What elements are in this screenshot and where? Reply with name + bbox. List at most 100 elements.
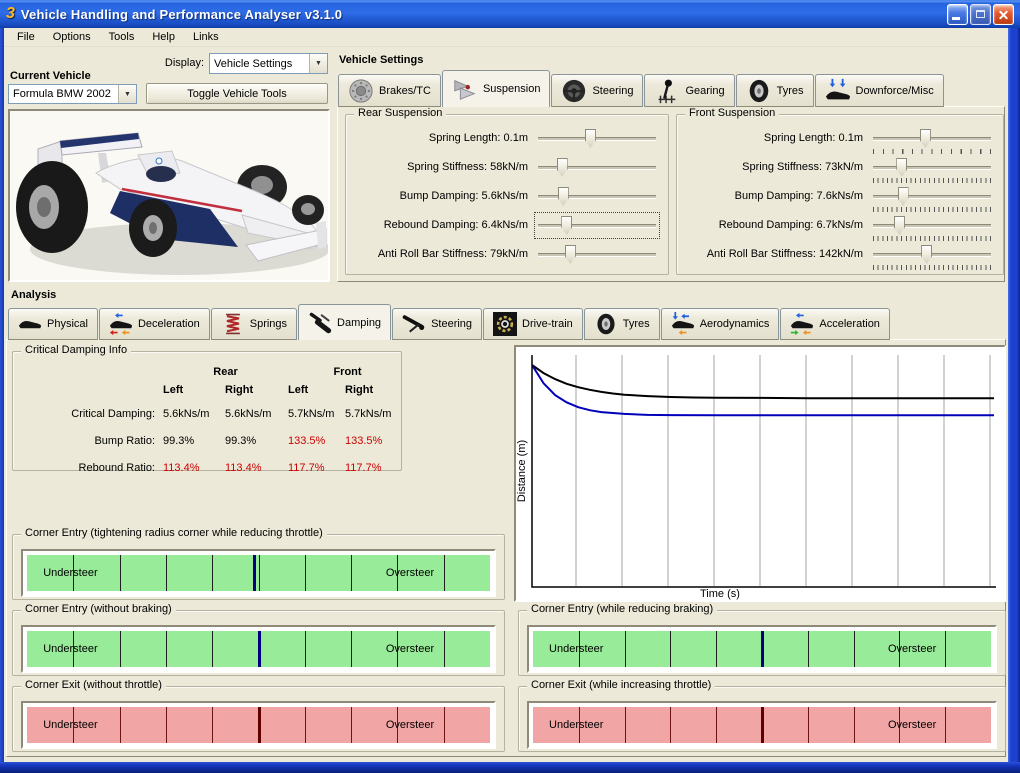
slider-thumb[interactable] [564, 245, 576, 264]
gauge-frame: Understeer Oversteer [21, 549, 496, 597]
display-combo[interactable]: Vehicle Settings ▼ [209, 53, 328, 74]
gauge-bar: Understeer Oversteer [27, 707, 490, 743]
cell-value: 133.5% [288, 434, 326, 447]
corner-entry-no-braking-gauge: Corner Entry (without braking) Understeer… [12, 603, 505, 676]
gauge-tick [212, 707, 214, 743]
aero-arrows-icon [671, 312, 695, 336]
col-header: Right [345, 384, 374, 396]
slider-track[interactable] [873, 224, 991, 228]
slider-thumb[interactable] [556, 158, 568, 177]
cell-value: 5.6kNs/m [163, 407, 210, 420]
slider-track[interactable] [873, 166, 991, 170]
menu-item-file[interactable]: File [8, 29, 44, 45]
gauge-marker [257, 707, 261, 743]
tab-label: Steering [592, 84, 634, 97]
vs-tab-gearing[interactable]: Gearing [644, 74, 735, 107]
damping-chart: Time (s) Distance (m) [516, 355, 996, 600]
slider-label: Spring Length: 0.1m [763, 132, 863, 144]
analysis-tab-springs[interactable]: Springs [210, 308, 298, 340]
slider-track[interactable] [873, 195, 991, 199]
analysis-tab-damping[interactable]: Damping [298, 304, 392, 340]
menu-item-links[interactable]: Links [184, 29, 228, 45]
analysis-tab-acceleration[interactable]: Acceleration [780, 308, 890, 340]
vs-tab-downforce-misc[interactable]: Downforce/Misc [814, 74, 944, 107]
gauge-title: Corner Exit (without throttle) [21, 679, 166, 691]
analysis-tab-aerodynamics[interactable]: Aerodynamics [660, 308, 780, 340]
slider-thumb[interactable] [561, 216, 573, 235]
slider-thumb[interactable] [893, 216, 905, 235]
title-bar[interactable]: 3 Vehicle Handling and Performance Analy… [0, 0, 1020, 28]
analysis-tab-steering[interactable]: Steering [392, 308, 483, 340]
slider-track[interactable] [538, 224, 656, 228]
slider-thumb[interactable] [584, 129, 596, 148]
minimize-icon [952, 16, 960, 20]
slider-spring-stiffness[interactable] [538, 158, 656, 177]
vs-tab-brakes-tc[interactable]: Brakes/TC [338, 74, 441, 107]
oversteer-label: Oversteer [887, 643, 937, 655]
slider-track[interactable] [873, 137, 991, 141]
slider-anti-roll-bar-stiffness[interactable] [873, 245, 991, 264]
slider-thumb[interactable] [919, 129, 931, 148]
gauge-tick [716, 707, 718, 743]
steering-linkage-icon [402, 312, 426, 336]
menu-item-options[interactable]: Options [44, 29, 100, 45]
gauge-tick [165, 707, 167, 743]
slider-track[interactable] [538, 195, 656, 199]
slider-thumb[interactable] [897, 187, 909, 206]
slider-thumb[interactable] [557, 187, 569, 206]
close-button[interactable] [993, 3, 1014, 25]
tab-label: Acceleration [819, 318, 880, 330]
gauge-marker [252, 555, 256, 591]
tab-label: Gearing [685, 84, 725, 97]
group-header-rear: Rear [213, 366, 238, 378]
understeer-label: Understeer [549, 719, 604, 731]
slider-rebound-damping[interactable] [873, 216, 991, 235]
slider-label: Rebound Damping: 6.4kNs/m [383, 219, 528, 231]
slider-track[interactable] [538, 253, 656, 257]
slider-spring-length[interactable] [538, 129, 656, 148]
oversteer-label: Oversteer [385, 567, 435, 579]
vehicle-combo[interactable]: Formula BMW 2002 ▼ [8, 84, 137, 104]
critical-damping-table: Rear Front Left Right Left Right Critica… [23, 364, 407, 481]
slider-spring-length[interactable] [873, 129, 991, 148]
slider-row: Anti Roll Bar Stiffness: 142kN/m [681, 245, 999, 274]
toggle-vehicle-tools-button[interactable]: Toggle Vehicle Tools [146, 83, 328, 104]
vs-tab-steering[interactable]: Steering [551, 74, 644, 107]
gauge-tick [670, 707, 672, 743]
analysis-tab-deceleration[interactable]: Deceleration [98, 308, 210, 340]
slider-spring-stiffness[interactable] [873, 158, 991, 177]
gauge-tick [443, 631, 445, 667]
slider-rebound-damping[interactable] [534, 212, 660, 239]
gauge-tick [807, 707, 809, 743]
window-title: Vehicle Handling and Performance Analyse… [20, 6, 343, 22]
slider-row: Anti Roll Bar Stiffness: 79kN/m [350, 245, 664, 274]
slider-thumb[interactable] [896, 158, 908, 177]
menu-item-help[interactable]: Help [143, 29, 184, 45]
gauge-tick [443, 555, 445, 591]
analysis-tab-drive-train[interactable]: Drive-train [483, 308, 583, 340]
slider-track[interactable] [538, 166, 656, 170]
slider-bump-damping[interactable] [538, 187, 656, 206]
chevron-down-icon[interactable]: ▼ [118, 85, 136, 103]
gauge-frame: Understeer Oversteer [21, 625, 496, 673]
menu-item-tools[interactable]: Tools [100, 29, 144, 45]
slider-cell [873, 129, 999, 154]
slider-anti-roll-bar-stiffness[interactable] [538, 245, 656, 264]
chevron-down-icon[interactable]: ▼ [309, 54, 327, 73]
gauge-tick [258, 555, 260, 591]
gauge-bar: Understeer Oversteer [27, 631, 490, 667]
gauge-title: Corner Entry (without braking) [21, 603, 176, 615]
analysis-tab-tyres[interactable]: Tyres [583, 308, 660, 340]
slider-bump-damping[interactable] [873, 187, 991, 206]
slider-label: Rebound Damping: 6.7kNs/m [718, 219, 863, 231]
restore-button[interactable] [970, 3, 991, 25]
display-combo-value: Vehicle Settings [214, 57, 293, 70]
slider-thumb[interactable] [921, 245, 933, 264]
vs-tab-tyres[interactable]: Tyres [735, 74, 814, 107]
slider-track[interactable] [538, 137, 656, 141]
analysis-tab-physical[interactable]: Physical [8, 308, 98, 340]
vs-tab-suspension[interactable]: Suspension [441, 70, 551, 107]
restore-icon [976, 9, 985, 18]
minimize-button[interactable] [947, 3, 968, 25]
gauge-marker [761, 631, 764, 667]
